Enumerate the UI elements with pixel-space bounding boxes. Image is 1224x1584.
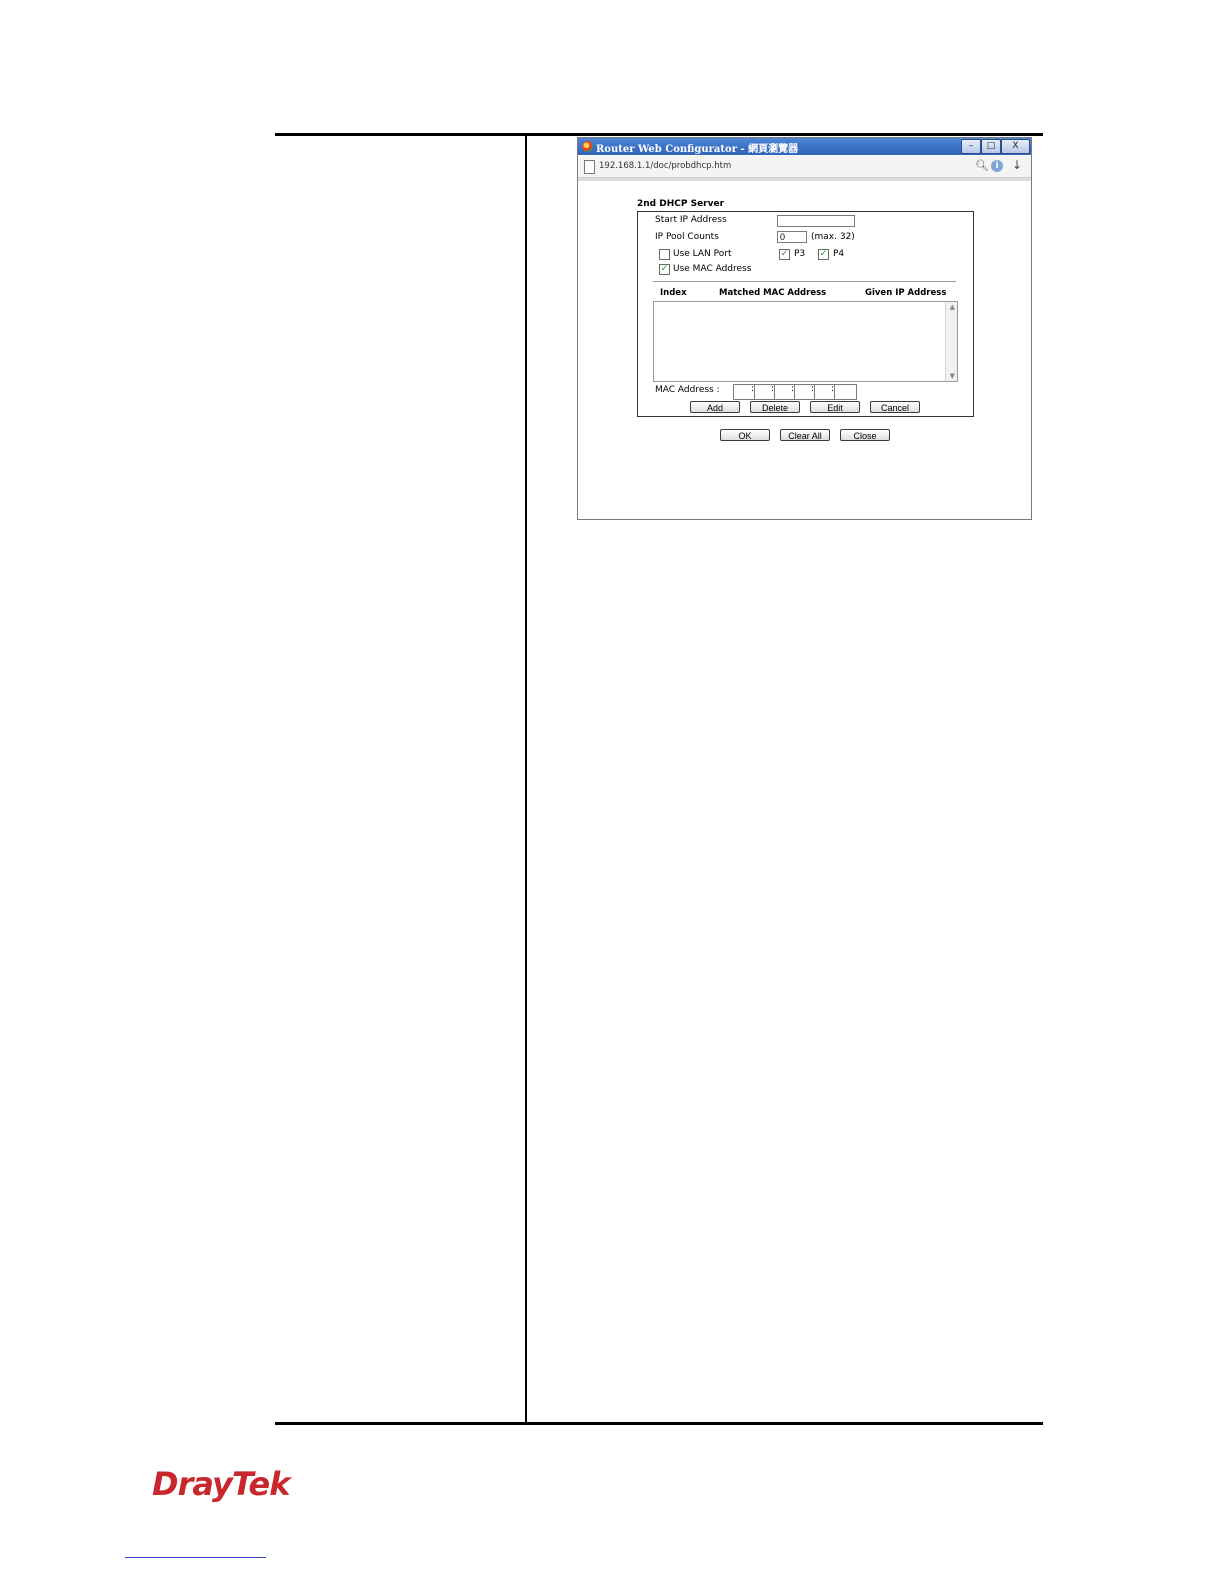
maximize-button[interactable]: □ xyxy=(981,139,1001,154)
close-window-button[interactable]: X xyxy=(1001,139,1030,154)
column-divider xyxy=(525,133,527,1425)
use-mac-checkbox[interactable]: ✓ xyxy=(659,264,670,275)
panel-separator xyxy=(653,281,956,282)
start-ip-input[interactable] xyxy=(777,215,855,227)
draytek-logo: DrayTek xyxy=(152,1465,290,1503)
p4-label: P4 xyxy=(833,249,845,259)
listbox-scrollbar[interactable]: ▲ ▼ xyxy=(945,302,957,381)
mac-listbox[interactable]: ▲ ▼ xyxy=(653,301,958,382)
scroll-down-icon[interactable]: ▼ xyxy=(950,372,955,380)
ip-pool-input[interactable] xyxy=(777,231,807,243)
browser-app-icon xyxy=(582,141,593,152)
ip-pool-label: IP Pool Counts xyxy=(655,232,719,242)
ip-pool-hint: (max. 32) xyxy=(811,232,855,242)
edit-button[interactable]: Edit xyxy=(810,401,860,413)
p4-checkbox[interactable]: ✓ xyxy=(818,249,829,260)
section-title: 2nd DHCP Server xyxy=(637,199,725,209)
title-bar: Router Web Configurator - 網頁瀏覽器 – □ X xyxy=(578,138,1031,155)
top-rule xyxy=(275,133,1043,136)
start-ip-label: Start IP Address xyxy=(655,215,727,225)
address-bar[interactable]: 192.168.1.1/doc/probdhcp.htm 🔍︎ i ↓ xyxy=(578,156,1031,178)
ip-header: Given IP Address xyxy=(865,288,947,298)
use-lan-port-label: Use LAN Port xyxy=(673,249,732,259)
scroll-up-icon[interactable]: ▲ xyxy=(950,303,955,311)
clear-all-button[interactable]: Clear All xyxy=(780,429,830,441)
bottom-rule xyxy=(275,1422,1043,1425)
delete-button[interactable]: Delete xyxy=(750,401,800,413)
cancel-button[interactable]: Cancel xyxy=(870,401,920,413)
use-mac-label: Use MAC Address xyxy=(673,264,752,274)
page-icon xyxy=(584,160,595,174)
mac-header: Matched MAC Address xyxy=(719,288,827,298)
index-header: Index xyxy=(660,288,687,298)
p3-checkbox[interactable]: ✓ xyxy=(779,249,790,260)
footer-link-underline xyxy=(125,1557,266,1558)
mac-address-label: MAC Address : xyxy=(655,385,720,395)
toolbar-separator xyxy=(578,178,1031,181)
minimize-button[interactable]: – xyxy=(961,139,981,154)
mac-octet-6[interactable] xyxy=(834,384,857,400)
p3-label: P3 xyxy=(794,249,806,259)
window-title: Router Web Configurator - 網頁瀏覽器 xyxy=(596,144,799,155)
add-button[interactable]: Add xyxy=(690,401,740,413)
download-arrow-icon[interactable]: ↓ xyxy=(1012,158,1022,172)
info-icon[interactable]: i xyxy=(991,160,1003,172)
dhcp-panel: Start IP Address IP Pool Counts (max. 32… xyxy=(637,211,974,417)
ok-button[interactable]: OK xyxy=(720,429,770,441)
use-lan-port-checkbox[interactable] xyxy=(659,249,670,260)
zoom-icon[interactable]: 🔍︎ xyxy=(975,159,989,172)
close-button[interactable]: Close xyxy=(840,429,890,441)
browser-window: Router Web Configurator - 網頁瀏覽器 – □ X 19… xyxy=(577,137,1032,520)
url-text[interactable]: 192.168.1.1/doc/probdhcp.htm xyxy=(599,161,731,171)
